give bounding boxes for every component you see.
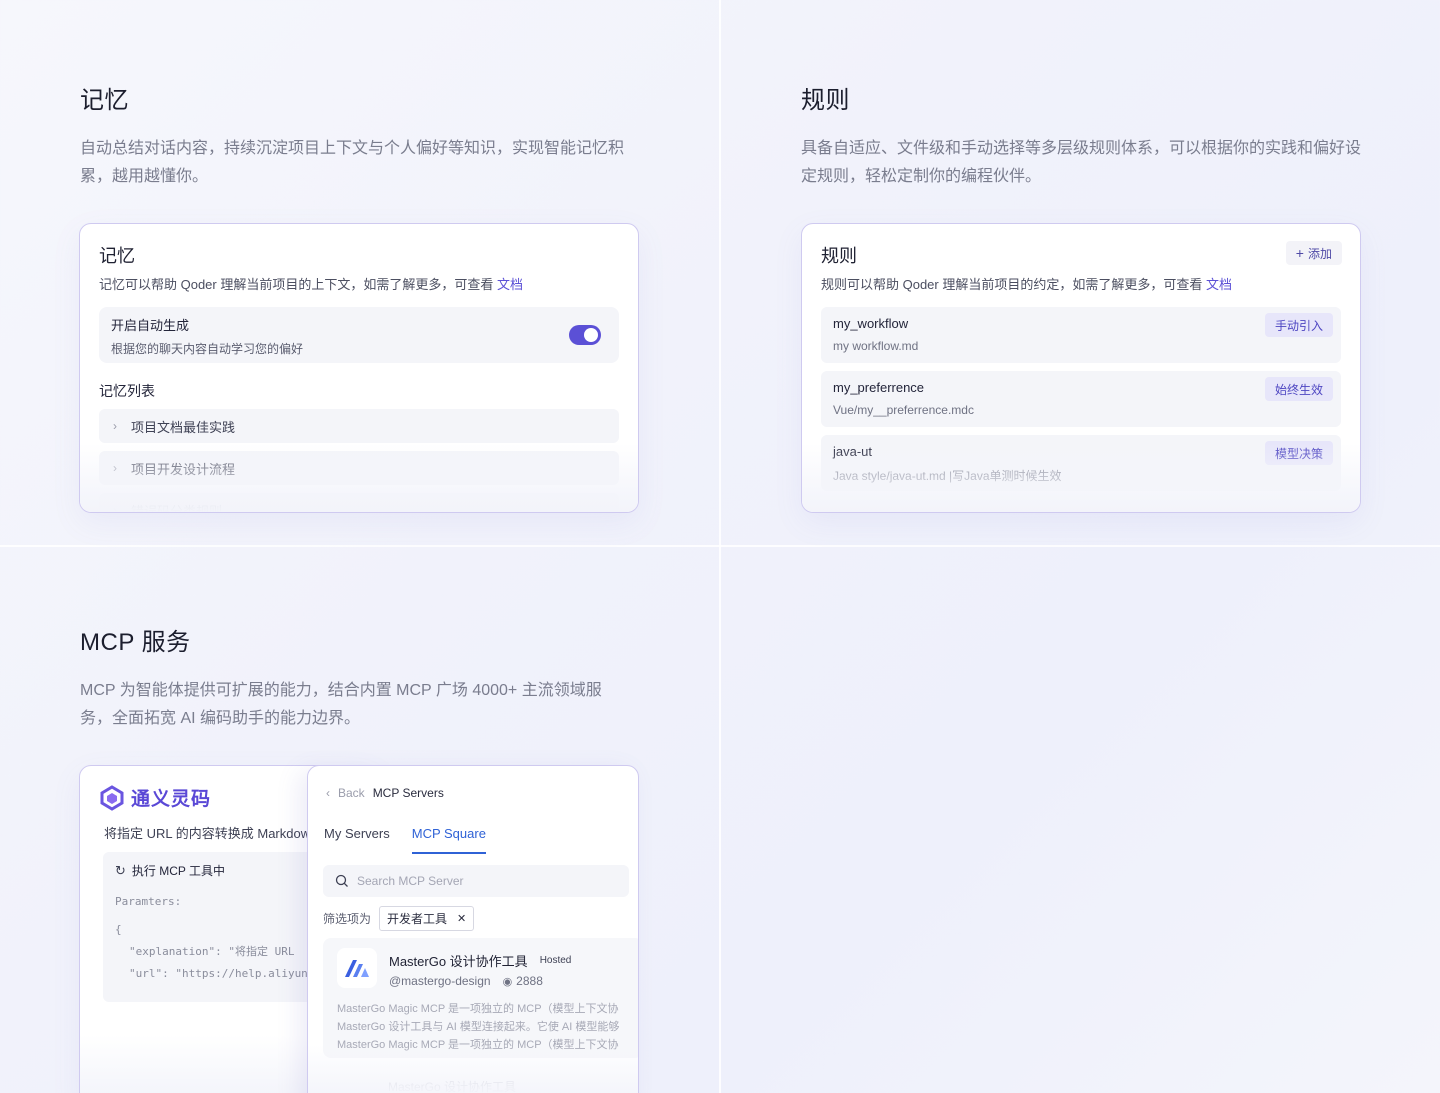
filter-chip-label: 开发者工具 [387, 912, 448, 926]
rule-mode-tag[interactable]: 始终生效 [1264, 377, 1333, 401]
mcp-desc-line: MCP 为智能体提供可扩展的能力，结合内置 MCP 广场 4000+ 主流领域服 [80, 682, 602, 699]
server-desc-line: MasterGo Magic MCP 是一项独立的 MCP（模型上下文协 [337, 1039, 619, 1051]
memory-section: 记忆 自动总结对话内容，持续沉淀项目上下文与个人偏好等知识，实现智能记忆积 累，… [80, 80, 640, 191]
auto-generate-row: 开启自动生成 根据您的聊天内容自动学习您的偏好 [99, 307, 619, 363]
rules-desc-line: 具备自适应、文件级和手动选择等多层级规则体系，可以根据你的实践和偏好设 [801, 140, 1362, 157]
exec-label: 执行 MCP 工具中 [131, 864, 226, 878]
memory-item-label: 项目文档最佳实践 [131, 419, 236, 435]
mastergo-logo-icon [337, 948, 377, 988]
mcp-tabs: My Servers MCP Square [324, 826, 486, 854]
rule-path: my workflow.md [833, 339, 919, 353]
chevron-right-icon: › [113, 419, 117, 433]
rules-section: 规则 具备自适应、文件级和手动选择等多层级规则体系，可以根据你的实践和偏好设 定… [801, 80, 1371, 191]
server-name: MasterGo 设计协作工具 [389, 954, 528, 969]
mcp-servers-panel: ‹ Back MCP Servers My Servers MCP Square… [307, 765, 639, 1093]
server-desc: MasterGo Magic MCP 是一项独立的 MCP（模型上下文协 Mas… [337, 1000, 619, 1054]
rule-path: Java style/java-ut.md |写Java单测时候生效 [833, 469, 1062, 483]
next-server-name: MasterGo 设计协作工具 [388, 1080, 517, 1093]
filter-label: 筛选项为 [323, 912, 372, 926]
memory-list-item[interactable]: › 项目文档最佳实践 [99, 409, 619, 443]
rules-section-title: 规则 [801, 87, 850, 114]
mcp-section-title: MCP 服务 [80, 629, 191, 656]
memory-desc-line: 自动总结对话内容，持续沉淀项目上下文与个人偏好等知识，实现智能记忆积 [80, 140, 625, 157]
rule-name: java-ut [833, 444, 873, 459]
eye-icon: ◉ [502, 975, 513, 988]
tab-mcp-square[interactable]: MCP Square [411, 826, 486, 854]
memory-list-item[interactable]: › 错误码分类规则 [99, 493, 619, 513]
memory-docs-link[interactable]: 文档 [497, 277, 523, 292]
rules-card: 规则 + 添加 规则可以帮助 Qoder 理解当前项目的约定，如需了解更多，可查… [801, 223, 1361, 513]
tongyi-logo-icon [100, 784, 124, 811]
rules-card-title: 规则 [821, 246, 857, 266]
breadcrumb: ‹ Back MCP Servers [326, 786, 444, 800]
rule-mode-tag[interactable]: 模型决策 [1264, 441, 1333, 465]
hosted-badge: Hosted [539, 955, 572, 966]
rules-desc-line: 定规则，轻松定制你的编程伙伴。 [801, 168, 1042, 185]
rule-mode-tag[interactable]: 手动引入 [1264, 313, 1333, 337]
memory-card-title: 记忆 [99, 246, 135, 266]
auto-generate-toggle[interactable] [569, 325, 601, 345]
filter-row: 筛选项为 开发者工具 ✕ [323, 906, 475, 931]
refresh-icon: ↻ [115, 862, 126, 878]
server-desc-line: MasterGo Magic MCP 是一项独立的 MCP（模型上下文协 [337, 1003, 619, 1015]
memory-list-title: 记忆列表 [99, 383, 155, 399]
memory-card: 记忆 记忆可以帮助 Qoder 理解当前项目的上下文，如需了解更多，可查看 文档… [79, 223, 639, 513]
horizontal-divider [0, 545, 1440, 547]
logo-text: 通义灵码 [131, 789, 212, 810]
rule-item[interactable]: my_workflow my workflow.md 手动引入 [821, 307, 1341, 363]
auto-generate-title: 开启自动生成 [111, 318, 190, 333]
rule-item[interactable]: my_preferrence Vue/my__preferrence.mdc 始… [821, 371, 1341, 427]
rule-path: Vue/my__preferrence.mdc [833, 403, 974, 417]
chevron-right-icon: › [113, 503, 117, 513]
close-icon[interactable]: ✕ [457, 912, 466, 925]
rules-subtitle-text: 规则可以帮助 Qoder 理解当前项目的约定，如需了解更多，可查看 [821, 277, 1203, 292]
rules-docs-link[interactable]: 文档 [1206, 277, 1232, 292]
memory-list-item[interactable]: › 项目开发设计流程 [99, 451, 619, 485]
search-icon [335, 874, 348, 887]
rules-card-subtitle: 规则可以帮助 Qoder 理解当前项目的约定，如需了解更多，可查看 文档 [821, 274, 1341, 293]
memory-section-desc: 自动总结对话内容，持续沉淀项目上下文与个人偏好等知识，实现智能记忆积 累，越用越… [80, 135, 640, 191]
server-desc-line: MasterGo 设计工具与 AI 模型连接起来。它使 AI 模型能够 [337, 1021, 620, 1033]
plus-icon: + [1295, 245, 1304, 261]
search-placeholder: Search MCP Server [357, 874, 464, 888]
back-link[interactable]: Back [338, 786, 365, 800]
mcp-server-card[interactable]: MasterGo 设计协作工具 Hosted @mastergo-design … [323, 938, 638, 1058]
add-rule-label: 添加 [1307, 246, 1332, 261]
tab-my-servers[interactable]: My Servers [324, 826, 390, 854]
add-rule-button[interactable]: + 添加 [1285, 241, 1342, 265]
memory-section-title: 记忆 [80, 87, 129, 114]
memory-subtitle-text: 记忆可以帮助 Qoder 理解当前项目的上下文，如需了解更多，可查看 [99, 277, 494, 292]
breadcrumb-current: MCP Servers [372, 786, 444, 800]
server-name-row: MasterGo 设计协作工具 Hosted [389, 951, 571, 970]
memory-card-subtitle: 记忆可以帮助 Qoder 理解当前项目的上下文，如需了解更多，可查看 文档 [99, 274, 619, 293]
rule-name: my_workflow [833, 316, 909, 331]
memory-item-label: 错误码分类规则 [131, 503, 223, 513]
memory-item-label: 项目开发设计流程 [131, 461, 236, 477]
server-meta: @mastergo-design ◉ 2888 [389, 974, 543, 988]
toggle-knob [584, 328, 598, 342]
chevron-right-icon: › [113, 461, 117, 475]
memory-desc-line: 累，越用越懂你。 [80, 168, 209, 185]
search-mcp-input[interactable]: Search MCP Server [323, 865, 629, 897]
chevron-left-icon[interactable]: ‹ [326, 786, 330, 800]
rule-item[interactable]: java-ut Java style/java-ut.md |写Java单测时候… [821, 435, 1341, 491]
mcp-section: MCP 服务 MCP 为智能体提供可扩展的能力，结合内置 MCP 广场 4000… [80, 622, 640, 733]
server-handle: @mastergo-design [389, 974, 491, 988]
rule-name: my_preferrence [833, 380, 925, 395]
mcp-section-desc: MCP 为智能体提供可扩展的能力，结合内置 MCP 广场 4000+ 主流领域服… [80, 677, 640, 733]
server-views: 2888 [516, 974, 543, 988]
rules-section-desc: 具备自适应、文件级和手动选择等多层级规则体系，可以根据你的实践和偏好设 定规则，… [801, 135, 1371, 191]
auto-generate-desc: 根据您的聊天内容自动学习您的偏好 [111, 342, 304, 356]
filter-chip[interactable]: 开发者工具 ✕ [379, 906, 475, 931]
mcp-desc-line: 务，全面拓宽 AI 编码助手的能力边界。 [80, 710, 361, 727]
